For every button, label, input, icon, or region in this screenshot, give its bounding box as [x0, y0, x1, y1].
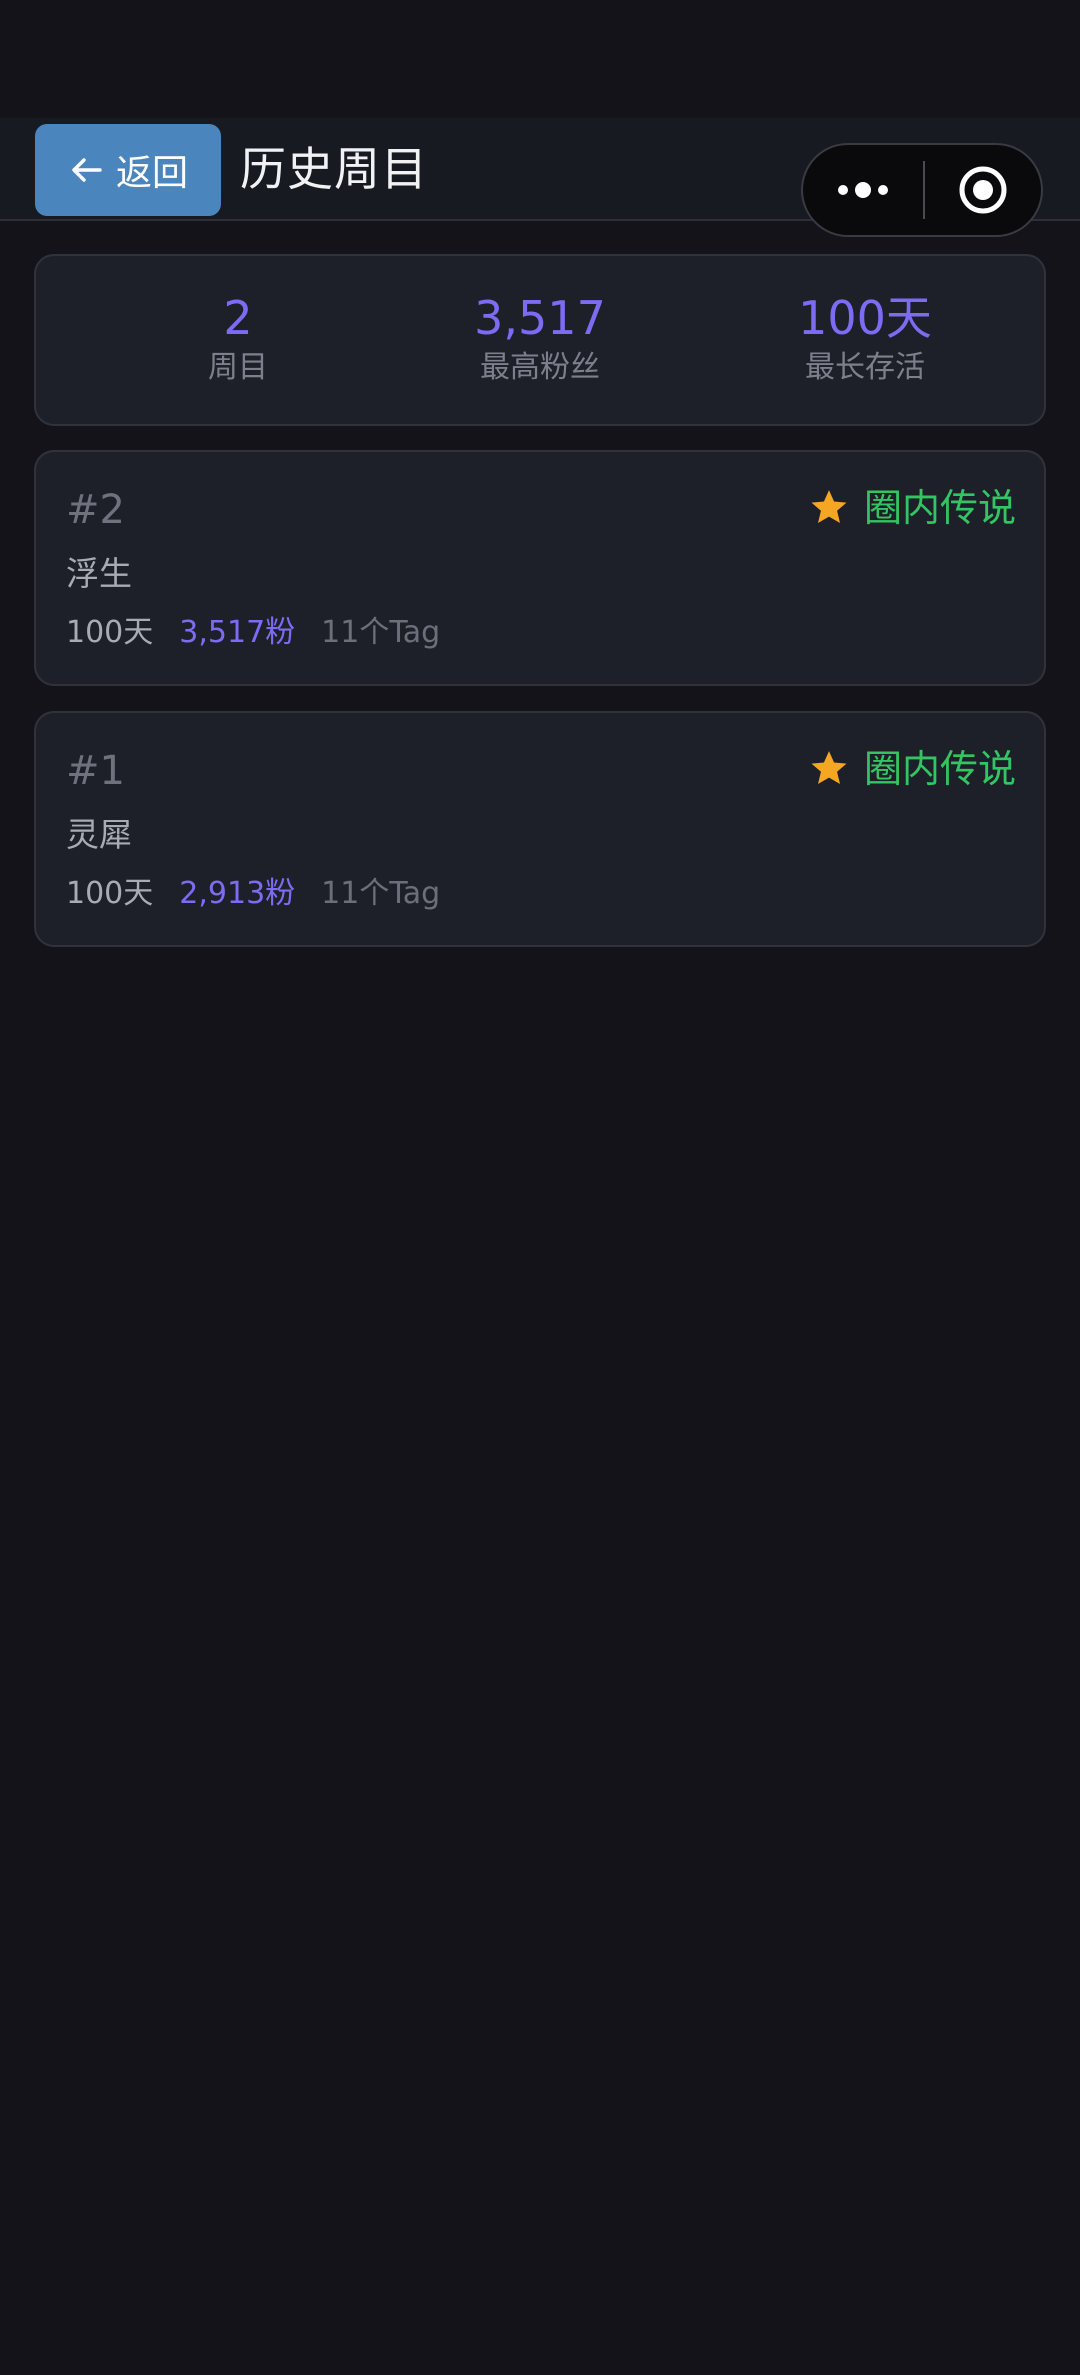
status-bar — [0, 0, 1080, 118]
run-days: 100天 — [66, 615, 154, 650]
arrow-left-icon — [72, 158, 102, 182]
run-badge-label: 圈内传说 — [863, 747, 1016, 791]
history-runs-page: 返回 历史周目 2 周目 3,517 最高粉丝 100天 最长存活 #2 圈内传… — [0, 0, 1080, 2375]
run-badge-label: 圈内传说 — [863, 486, 1016, 530]
run-badge: 圈内传说 — [808, 743, 1016, 795]
run-stats: 100天 2,913粉 11个Tag — [66, 873, 440, 915]
more-button[interactable] — [803, 145, 923, 235]
target-circle-icon — [959, 166, 1007, 214]
miniprogram-capsule — [801, 143, 1043, 237]
close-miniprogram-button[interactable] — [925, 145, 1041, 235]
stat-max-fans-value: 3,517 — [474, 291, 606, 345]
stat-max-fans: 3,517 最高粉丝 — [410, 290, 670, 388]
run-name: 灵犀 — [66, 815, 132, 854]
back-button-label: 返回 — [115, 153, 188, 194]
stat-longest-label: 最长存活 — [805, 350, 925, 385]
back-button[interactable]: 返回 — [35, 124, 221, 216]
run-badge: 圈内传说 — [808, 482, 1016, 534]
summary-card: 2 周目 3,517 最高粉丝 100天 最长存活 — [34, 254, 1046, 426]
run-days: 100天 — [66, 876, 154, 911]
stat-longest: 100天 最长存活 — [735, 290, 995, 388]
run-card[interactable]: #1 圈内传说 灵犀 100天 2,913粉 11个Tag — [34, 711, 1046, 947]
stat-runs: 2 周目 — [108, 290, 368, 388]
stat-max-fans-label: 最高粉丝 — [480, 350, 600, 385]
run-tags: 11个Tag — [321, 615, 441, 650]
run-fans: 3,517粉 — [179, 615, 296, 650]
run-card[interactable]: #2 圈内传说 浮生 100天 3,517粉 11个Tag — [34, 450, 1046, 686]
stat-runs-label: 周目 — [208, 350, 268, 385]
stat-longest-value: 100天 — [798, 291, 932, 345]
star-icon — [811, 490, 847, 524]
star-icon — [811, 751, 847, 785]
run-number: #1 — [66, 748, 125, 794]
stat-runs-value: 2 — [223, 291, 253, 345]
run-tags: 11个Tag — [321, 876, 441, 911]
run-fans: 2,913粉 — [179, 876, 296, 911]
run-number: #2 — [66, 487, 125, 533]
more-dots-icon — [838, 182, 888, 198]
run-name: 浮生 — [66, 554, 132, 593]
run-stats: 100天 3,517粉 11个Tag — [66, 612, 440, 654]
page-title: 历史周目 — [240, 142, 428, 196]
